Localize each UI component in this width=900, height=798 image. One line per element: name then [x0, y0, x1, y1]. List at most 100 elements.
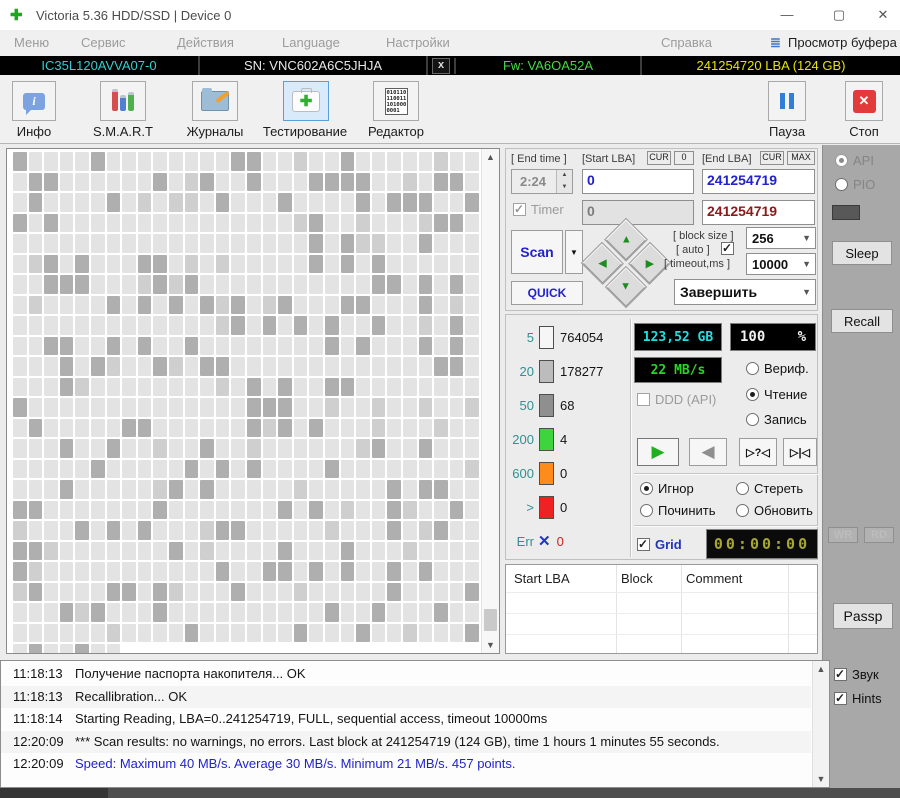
scan-dropdown-button[interactable]: ▼: [565, 230, 583, 274]
play-button[interactable]: ▶: [637, 438, 679, 466]
action-repair-radio[interactable]: Починить: [640, 503, 716, 518]
map-block-cell: [91, 623, 105, 642]
ddd-api-checkbox-row[interactable]: DDD (API): [637, 392, 716, 407]
end-lba-input-2[interactable]: 241254719: [702, 200, 815, 225]
quick-button[interactable]: QUICK: [511, 281, 583, 305]
mode-read-radio[interactable]: Чтение: [746, 387, 807, 402]
menu-item-menu[interactable]: Меню: [14, 35, 49, 50]
scroll-down-icon[interactable]: ▼: [813, 771, 829, 787]
api-radio[interactable]: API: [835, 153, 874, 168]
action-erase-radio[interactable]: Стереть: [736, 481, 803, 496]
log-entry[interactable]: 11:18:13 Получение паспорта накопителя...…: [1, 663, 811, 686]
column-header-block: Block: [621, 571, 653, 586]
log-entry[interactable]: 12:20:09 Speed: Maximum 40 MB/s. Average …: [1, 753, 811, 776]
stat-row: 50 68: [510, 393, 574, 417]
map-block-cell: [106, 213, 121, 232]
hints-checkbox[interactable]: [834, 691, 847, 705]
stat-row: 600 0: [510, 461, 567, 485]
map-block-cell: [215, 603, 230, 622]
spin-up-icon[interactable]: ▲: [557, 170, 572, 182]
menu-item-help[interactable]: Справка: [661, 35, 712, 50]
map-block-cell: [200, 357, 214, 376]
grid-checkbox[interactable]: [637, 537, 650, 551]
auto-checkbox[interactable]: [721, 241, 734, 255]
binary-editor-icon: 010110 110011 101000 0001: [384, 87, 408, 115]
map-block-cell: [356, 480, 370, 499]
map-block-cell: [418, 316, 433, 335]
scroll-down-icon[interactable]: ▼: [482, 637, 499, 653]
start-lba-input[interactable]: 0: [582, 169, 694, 194]
spinner-arrows[interactable]: ▲ ▼: [556, 170, 572, 193]
device-bar-close[interactable]: x: [428, 57, 456, 74]
map-block-cell: [371, 152, 386, 171]
map-block-cell: [309, 275, 323, 294]
editor-button[interactable]: 010110 110011 101000 0001: [373, 81, 419, 121]
scroll-up-icon[interactable]: ▲: [813, 661, 829, 677]
menu-item-service[interactable]: Сервис: [81, 35, 126, 50]
sound-label: Звук: [852, 667, 879, 682]
map-block-cell: [169, 603, 183, 622]
sleep-button[interactable]: Sleep: [832, 241, 892, 265]
block-size-combo[interactable]: 256 ▼: [746, 227, 816, 249]
mode-verify-radio[interactable]: Вериф.: [746, 361, 809, 376]
scan-button[interactable]: Scan: [511, 230, 563, 274]
timer-checkbox[interactable]: [513, 202, 526, 216]
maximize-button[interactable]: ▢: [822, 0, 856, 30]
scrollbar-thumb[interactable]: [484, 609, 497, 631]
map-block-cell: [278, 521, 292, 540]
finish-action-combo[interactable]: Завершить ▼: [674, 279, 816, 305]
map-block-cell: [371, 295, 386, 314]
timer-checkbox-row[interactable]: Timer: [513, 202, 564, 217]
recall-button[interactable]: Recall: [831, 309, 893, 333]
wr-button[interactable]: WR: [828, 527, 858, 543]
map-block-cell: [325, 500, 339, 519]
hints-checkbox-row[interactable]: Hints: [834, 691, 882, 706]
seek-end-button[interactable]: ▷|◁: [783, 438, 817, 466]
spin-down-icon[interactable]: ▼: [557, 181, 572, 193]
smart-button[interactable]: [100, 81, 146, 121]
journals-button[interactable]: [192, 81, 238, 121]
log-entry[interactable]: 11:18:13 Recallibration... OK: [1, 685, 811, 708]
passport-button[interactable]: Passp: [833, 603, 893, 629]
start-lba-cur-button[interactable]: CUR: [647, 151, 671, 165]
grid-checkbox-row[interactable]: Grid: [637, 537, 682, 552]
stat-row: 5 764054: [510, 325, 603, 349]
log-scrollbar[interactable]: ▲ ▼: [812, 661, 829, 787]
ddd-api-checkbox[interactable]: [637, 393, 650, 406]
rd-button[interactable]: RD: [864, 527, 894, 543]
skip-question-button[interactable]: ▷?◁: [739, 438, 777, 466]
end-time-spinner[interactable]: 2:24 ▲ ▼: [511, 169, 573, 194]
end-lba-cur-button[interactable]: CUR: [760, 151, 784, 165]
scroll-up-icon[interactable]: ▲: [482, 149, 499, 165]
pause-button[interactable]: [768, 81, 806, 121]
block-map-scrollbar[interactable]: ▲ ▼: [481, 149, 499, 653]
end-lba-max-button[interactable]: MAX: [787, 151, 815, 165]
map-block-cell: [200, 500, 214, 519]
end-lba-input[interactable]: 241254719: [702, 169, 815, 194]
testing-button[interactable]: ✚: [283, 81, 329, 121]
step-back-button[interactable]: ◀: [689, 438, 727, 466]
menu-item-language[interactable]: Language: [282, 35, 340, 50]
info-button[interactable]: i: [12, 81, 56, 121]
buffer-view-button[interactable]: Просмотр буфера: [788, 35, 897, 50]
action-ignore-radio[interactable]: Игнор: [640, 481, 694, 496]
minimize-button[interactable]: —: [770, 0, 804, 30]
pio-radio[interactable]: PIO: [835, 177, 875, 192]
log-entry[interactable]: 12:20:09 *** Scan results: no warnings, n…: [1, 730, 811, 753]
map-block-cell: [137, 254, 152, 273]
timeout-combo[interactable]: 10000 ▼: [746, 253, 816, 275]
device-model[interactable]: IC35L120AVVA07-0: [0, 56, 200, 75]
stop-button[interactable]: ✕: [845, 81, 883, 121]
action-refresh-radio[interactable]: Обновить: [736, 503, 813, 518]
window-title: Victoria 5.36 HDD/SSD | Device 0: [36, 8, 232, 23]
sound-checkbox-row[interactable]: Звук: [834, 667, 879, 682]
map-block-cell: [137, 418, 152, 437]
start-lba-zero-button[interactable]: 0: [674, 151, 694, 165]
device-capacity: 241254720 LBA (124 GB): [696, 58, 846, 73]
menu-item-actions[interactable]: Действия: [177, 35, 234, 50]
mode-write-radio[interactable]: Запись: [746, 412, 807, 427]
sound-checkbox[interactable]: [834, 667, 847, 681]
log-entry[interactable]: 11:18:14 Starting Reading, LBA=0..2412547…: [1, 708, 811, 731]
menu-item-settings[interactable]: Настройки: [386, 35, 450, 50]
close-button[interactable]: ✕: [866, 0, 900, 30]
